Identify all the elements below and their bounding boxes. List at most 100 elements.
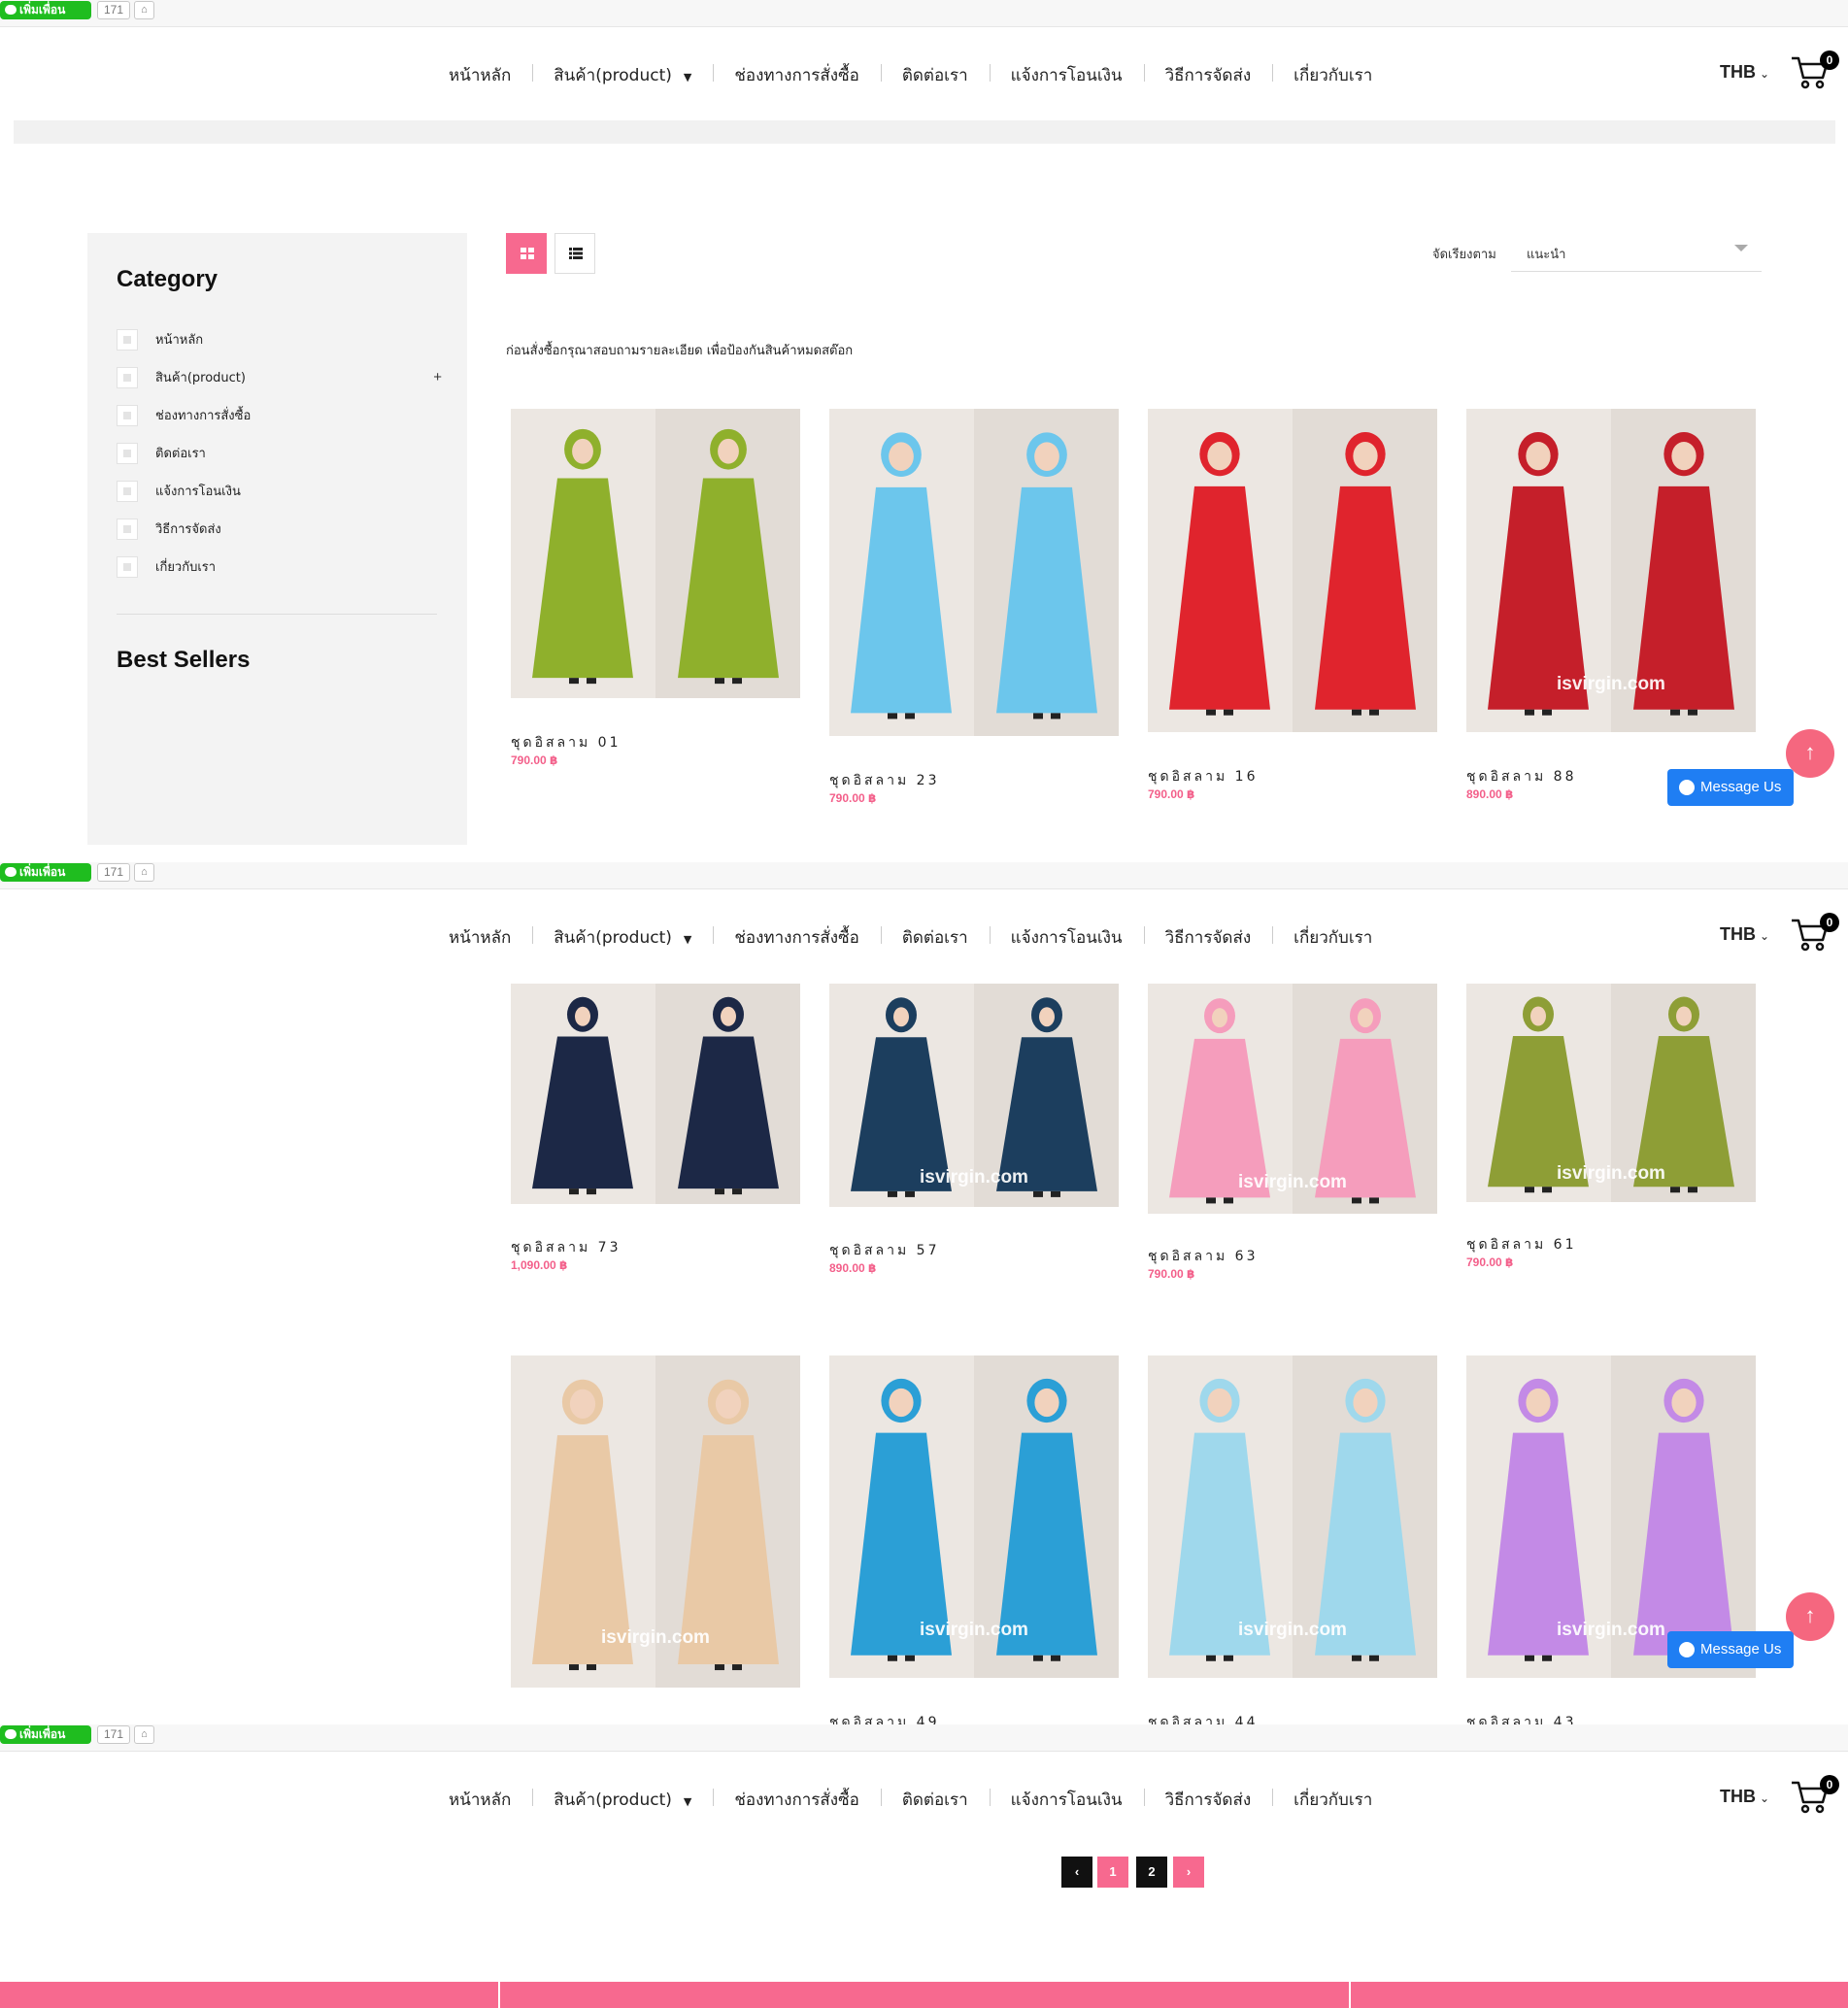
pagination-next-button[interactable]: › [1173, 1857, 1204, 1888]
expand-plus-icon[interactable]: + [433, 369, 442, 385]
nav-item-product[interactable]: สินค้า(product) ▼ [532, 1787, 713, 1813]
product-image[interactable]: isvirgin.com [1148, 1355, 1437, 1678]
product-image[interactable] [1148, 409, 1437, 732]
currency-selector[interactable]: THB ⌄ [1720, 62, 1769, 83]
checkbox-icon [117, 404, 138, 426]
product-image[interactable] [829, 409, 1119, 736]
line-strip: เพิ่มเพื่อน 171 ⌂ [0, 862, 1848, 889]
category-item-home[interactable]: หน้าหลัก [117, 320, 442, 358]
product-watermark: isvirgin.com [601, 1627, 710, 1648]
line-home-icon[interactable]: ⌂ [134, 863, 154, 882]
product-image[interactable] [511, 409, 800, 698]
category-list: หน้าหลัก สินค้า(product) + ช่องทางการสั่ง… [117, 320, 442, 586]
best-sellers-heading: Best Sellers [117, 647, 251, 673]
nav-item-home[interactable]: หน้าหลัก [449, 1787, 532, 1813]
nav-item-payment-notify[interactable]: แจ้งการโอนเงิน [989, 1787, 1144, 1813]
nav-item-about[interactable]: เกี่ยวกับเรา [1272, 924, 1394, 951]
product-name[interactable]: ชุดอิสลาม 88 [1466, 766, 1576, 787]
nav-item-payment-notify[interactable]: แจ้งการโอนเงิน [989, 62, 1144, 88]
nav-item-home[interactable]: หน้าหลัก [449, 62, 532, 88]
currency-selector[interactable]: THB ⌄ [1720, 924, 1769, 945]
main-nav: หน้าหลัก สินค้า(product) ▼ ช่องทางการสั่ง… [449, 62, 1394, 88]
nav-item-home[interactable]: หน้าหลัก [449, 924, 532, 951]
footer-divider [1349, 1982, 1351, 2008]
product-image[interactable]: isvirgin.com [1466, 1355, 1756, 1678]
product-price: 1,090.00 ฿ [511, 1258, 568, 1272]
line-add-friend-button[interactable]: เพิ่มเพื่อน [0, 1, 91, 19]
nav-item-shipping[interactable]: วิธีการจัดส่ง [1143, 1787, 1273, 1813]
product-name[interactable]: ชุดอิสลาม 61 [1466, 1234, 1576, 1255]
line-chat-icon [5, 1729, 17, 1739]
nav-item-order-channels[interactable]: ช่องทางการสั่งซื้อ [713, 62, 881, 88]
product-image[interactable] [511, 984, 800, 1204]
line-strip: เพิ่มเพื่อน 171 ⌂ [0, 1724, 1848, 1752]
main-nav: หน้าหลัก สินค้า(product) ▼ ช่องทางการสั่ง… [449, 1787, 1394, 1813]
product-name[interactable]: ชุดอิสลาม 73 [511, 1237, 621, 1258]
product-image[interactable]: isvirgin.com [829, 1355, 1119, 1678]
category-heading: Category [117, 266, 218, 292]
pagination-page-1[interactable]: 1 [1097, 1857, 1128, 1888]
grid-view-button[interactable] [506, 233, 547, 274]
nav-item-about[interactable]: เกี่ยวกับเรา [1272, 1787, 1394, 1813]
chevron-down-icon: ⌄ [1760, 67, 1770, 81]
list-view-button[interactable] [554, 233, 595, 274]
pagination-page-2[interactable]: 2 [1136, 1857, 1167, 1888]
nav-item-product[interactable]: สินค้า(product) ▼ [532, 62, 713, 88]
category-item-product[interactable]: สินค้า(product) + [117, 358, 442, 396]
nav-item-contact[interactable]: ติดต่อเรา [880, 924, 990, 951]
nav-item-shipping[interactable]: วิธีการจัดส่ง [1143, 924, 1273, 951]
main-header: หน้าหลัก สินค้า(product) ▼ ช่องทางการสั่ง… [0, 889, 1848, 983]
sort-label: จัดเรียงตาม [1432, 248, 1496, 262]
product-price: 890.00 ฿ [1466, 787, 1514, 801]
product-name[interactable]: ชุดอิสลาม 57 [829, 1240, 939, 1261]
product-image[interactable]: isvirgin.com [1148, 984, 1437, 1214]
category-item-about[interactable]: เกี่ยวกับเรา [117, 548, 442, 586]
product-name[interactable]: ชุดอิสลาม 16 [1148, 766, 1258, 787]
product-name[interactable]: ชุดอิสลาม 23 [829, 770, 939, 791]
product-image[interactable]: isvirgin.com [1466, 984, 1756, 1202]
product-image[interactable]: isvirgin.com [829, 984, 1119, 1207]
nav-item-payment-notify[interactable]: แจ้งการโอนเงิน [989, 924, 1144, 951]
product-watermark: isvirgin.com [920, 1167, 1028, 1188]
messenger-button[interactable]: Message Us [1667, 1631, 1794, 1668]
messenger-button[interactable]: Message Us [1667, 769, 1794, 806]
product-price: 790.00 ฿ [1466, 1255, 1514, 1269]
line-chat-icon [5, 5, 17, 15]
main-header: หน้าหลัก สินค้า(product) ▼ ช่องทางการสั่ง… [0, 1752, 1848, 1845]
nav-item-order-channels[interactable]: ช่องทางการสั่งซื้อ [713, 1787, 881, 1813]
line-friend-count: 171 [97, 863, 130, 882]
product-image[interactable]: isvirgin.com [1466, 409, 1756, 732]
list-icon [569, 248, 583, 259]
line-add-friend-button[interactable]: เพิ่มเพื่อน [0, 863, 91, 882]
nav-item-contact[interactable]: ติดต่อเรา [880, 62, 990, 88]
grid-icon [521, 248, 534, 259]
currency-selector[interactable]: THB ⌄ [1720, 1787, 1769, 1807]
line-home-icon[interactable]: ⌂ [134, 1725, 154, 1744]
nav-item-shipping[interactable]: วิธีการจัดส่ง [1143, 62, 1273, 88]
product-image[interactable]: isvirgin.com [511, 1355, 800, 1688]
nav-item-order-channels[interactable]: ช่องทางการสั่งซื้อ [713, 924, 881, 951]
line-strip: เพิ่มเพื่อน 171 ⌂ [0, 0, 1848, 27]
category-item-contact[interactable]: ติดต่อเรา [117, 434, 442, 472]
line-friend-count: 171 [97, 1725, 130, 1744]
line-add-friend-button[interactable]: เพิ่มเพื่อน [0, 1725, 91, 1744]
line-home-icon[interactable]: ⌂ [134, 1, 154, 19]
product-price: 790.00 ฿ [1148, 787, 1195, 801]
category-item-order-channels[interactable]: ช่องทางการสั่งซื้อ [117, 396, 442, 434]
checkbox-icon [117, 328, 138, 351]
product-name[interactable]: ชุดอิสลาม 63 [1148, 1246, 1258, 1267]
nav-item-about[interactable]: เกี่ยวกับเรา [1272, 62, 1394, 88]
product-watermark: isvirgin.com [1557, 674, 1665, 694]
line-chat-icon [5, 867, 17, 877]
footer-band [0, 1982, 1848, 2008]
nav-item-product[interactable]: สินค้า(product) ▼ [532, 924, 713, 951]
category-item-shipping[interactable]: วิธีการจัดส่ง [117, 510, 442, 548]
checkbox-icon [117, 480, 138, 502]
dropdown-arrow-icon [1734, 245, 1748, 251]
pagination-prev-button[interactable]: ‹ [1061, 1857, 1092, 1888]
product-name[interactable]: ชุดอิสลาม 01 [511, 732, 621, 753]
messenger-icon [1679, 1642, 1695, 1657]
nav-item-contact[interactable]: ติดต่อเรา [880, 1787, 990, 1813]
category-item-payment-notify[interactable]: แจ้งการโอนเงิน [117, 472, 442, 510]
sort-select[interactable]: แนะนำ [1511, 233, 1762, 272]
